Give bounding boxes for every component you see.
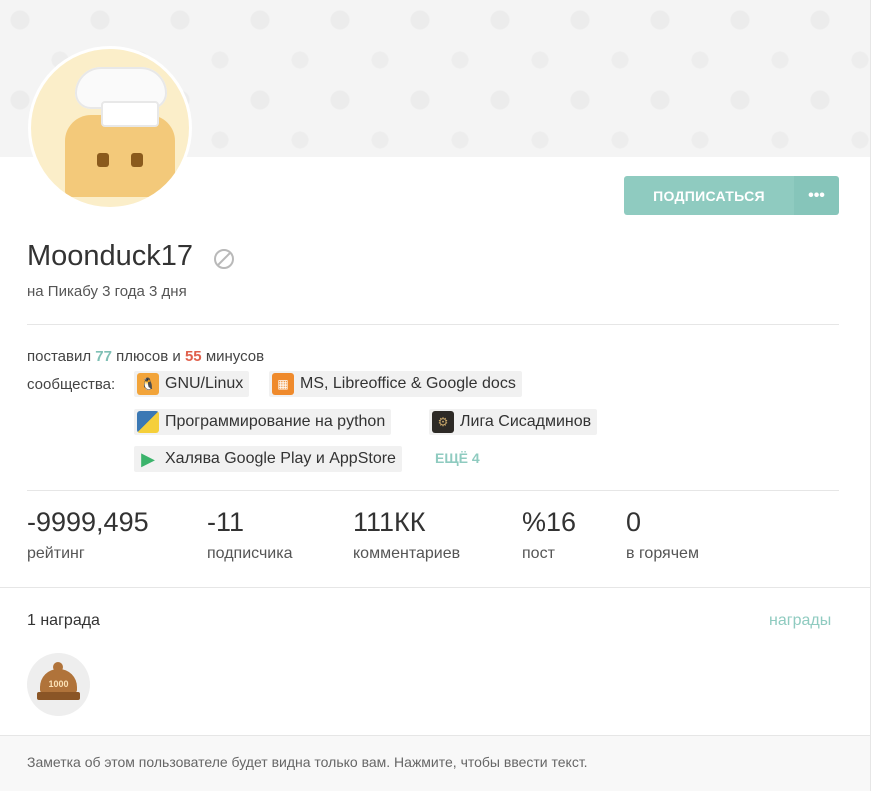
- toast-body: [65, 115, 175, 197]
- divider: [27, 490, 839, 491]
- avatar[interactable]: [28, 46, 192, 210]
- community-python[interactable]: Программирование на python: [134, 409, 392, 435]
- community-sysadmins[interactable]: ⚙ Лига Сисадминов: [429, 409, 598, 435]
- stat-hot-value[interactable]: 0: [626, 507, 641, 538]
- medal-text: 1000: [48, 679, 69, 689]
- left-eye: [97, 153, 109, 167]
- username: Moonduck17: [27, 240, 194, 272]
- community-name: Халява Google Play и AppStore: [165, 450, 396, 467]
- community-name: Лига Сисадминов: [460, 413, 592, 430]
- stat-hot-label[interactable]: в горячем: [626, 545, 699, 563]
- votes-prefix: поставил: [27, 348, 92, 365]
- play-icon: ▶: [141, 448, 155, 469]
- stat-subscribers-value[interactable]: -11: [207, 507, 244, 538]
- divider: [0, 587, 870, 588]
- minus-count: 55: [184, 348, 202, 365]
- plus-count: 77: [95, 348, 112, 365]
- community-gnu-linux[interactable]: 🐧 GNU/Linux: [134, 371, 250, 397]
- stat-comments-label[interactable]: комментариев: [353, 545, 460, 563]
- user-note-text: Заметка об этом пользователе будет видна…: [27, 754, 588, 770]
- community-name: MS, Libreoffice & Google docs: [300, 375, 516, 392]
- more-options-button[interactable]: •••: [794, 176, 839, 215]
- stat-comments-value[interactable]: 111КК: [353, 507, 426, 538]
- stat-posts-value[interactable]: %16: [522, 507, 576, 538]
- community-name: GNU/Linux: [165, 375, 244, 392]
- sysadmin-icon: ⚙: [432, 411, 454, 433]
- bell-icon-base: [37, 692, 80, 700]
- subscribe-button[interactable]: ПОДПИСАТЬСЯ: [624, 176, 794, 215]
- python-icon: [137, 411, 159, 433]
- community-google-play[interactable]: ▶ Халява Google Play и AppStore: [134, 446, 402, 472]
- member-since: на Пикабу 3 года 3 дня: [27, 283, 187, 300]
- stat-rating-label: рейтинг: [27, 545, 85, 562]
- stat-rating-value: -9999,495: [27, 507, 149, 537]
- communities-label: сообщества:: [27, 376, 116, 393]
- right-eye: [131, 153, 143, 167]
- awards-count: 1 награда: [27, 612, 100, 629]
- ban-icon[interactable]: [214, 249, 234, 269]
- more-communities-link[interactable]: ЕЩЁ 4: [435, 450, 480, 466]
- community-ms-office[interactable]: ▦ MS, Libreoffice & Google docs: [269, 371, 522, 397]
- minus-word: минусов: [205, 348, 265, 365]
- stat-posts-label[interactable]: пост: [522, 545, 555, 563]
- community-name: Программирование на python: [165, 413, 386, 430]
- divider: [27, 324, 839, 325]
- award-medal[interactable]: 1000: [27, 653, 90, 716]
- user-note[interactable]: Заметка об этом пользователе будет видна…: [0, 735, 870, 791]
- awards-link[interactable]: награды: [769, 612, 831, 630]
- chef-hat-band: [101, 101, 159, 127]
- votes-summary: поставил 77 плюсов и 55 минусов: [27, 348, 264, 365]
- profile-card: ПОДПИСАТЬСЯ ••• Moonduck17 на Пикабу 3 г…: [0, 0, 871, 791]
- penguin-icon: 🐧: [137, 373, 159, 395]
- plus-word: плюсов и: [116, 348, 181, 365]
- stat-subscribers-label[interactable]: подписчика: [207, 545, 293, 563]
- office-icon: ▦: [272, 373, 294, 395]
